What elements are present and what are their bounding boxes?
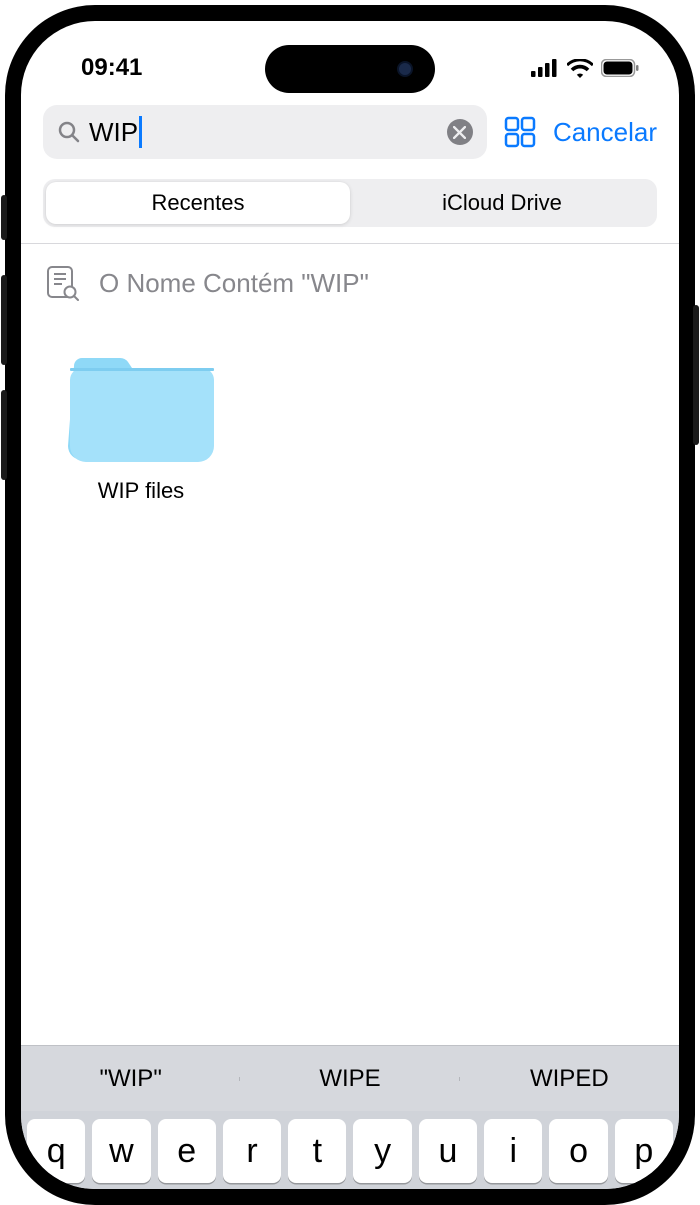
- cellular-icon: [531, 59, 559, 77]
- key-q[interactable]: q: [27, 1119, 85, 1183]
- segment-icloud-drive[interactable]: iCloud Drive: [350, 182, 654, 224]
- search-input[interactable]: WIP: [43, 105, 487, 159]
- status-time: 09:41: [81, 54, 142, 82]
- power-button[interactable]: [693, 305, 699, 445]
- suggestion-2[interactable]: WIPE: [240, 1065, 459, 1093]
- key-w[interactable]: w: [92, 1119, 150, 1183]
- cancel-button[interactable]: Cancelar: [553, 117, 657, 148]
- search-value: WIP: [89, 116, 439, 148]
- clear-search-button[interactable]: [447, 119, 473, 145]
- folder-label: WIP files: [41, 478, 241, 504]
- silent-switch[interactable]: [1, 195, 7, 240]
- key-u[interactable]: u: [419, 1119, 477, 1183]
- filter-suggestion-row[interactable]: O Nome Contém "WIP": [21, 244, 679, 308]
- segment-recents[interactable]: Recentes: [46, 182, 350, 224]
- key-r[interactable]: r: [223, 1119, 281, 1183]
- results-grid: WIP files: [21, 308, 679, 544]
- search-header: WIP Cancelar: [21, 91, 679, 169]
- key-i[interactable]: i: [484, 1119, 542, 1183]
- dynamic-island: [265, 45, 435, 93]
- key-p[interactable]: p: [615, 1119, 673, 1183]
- text-cursor: [139, 116, 142, 148]
- key-o[interactable]: o: [549, 1119, 607, 1183]
- keyboard-row: q w e r t y u i o p: [21, 1111, 679, 1189]
- filter-label: O Nome Contém "WIP": [99, 268, 369, 299]
- front-camera: [397, 61, 413, 77]
- key-t[interactable]: t: [288, 1119, 346, 1183]
- key-e[interactable]: e: [158, 1119, 216, 1183]
- suggestion-1[interactable]: "WIP": [21, 1065, 240, 1093]
- keyboard-suggestions: "WIP" WIPE WIPED: [21, 1045, 679, 1111]
- battery-icon: [601, 59, 639, 77]
- wifi-icon: [567, 59, 593, 78]
- folder-icon: [66, 348, 216, 466]
- scope-segmented-control: Recentes iCloud Drive: [43, 179, 657, 227]
- suggestion-3[interactable]: WIPED: [460, 1065, 679, 1093]
- phone-frame: 09:41 WIP Cancelar Recentes iCloud Drive: [5, 5, 695, 1205]
- search-icon: [57, 120, 81, 144]
- phone-screen: 09:41 WIP Cancelar Recentes iCloud Drive: [21, 21, 679, 1189]
- close-icon: [453, 126, 466, 139]
- volume-down-button[interactable]: [1, 390, 7, 480]
- document-search-icon: [47, 264, 79, 302]
- status-indicators: [531, 59, 639, 78]
- folder-item[interactable]: WIP files: [41, 348, 241, 504]
- view-grid-button[interactable]: [503, 115, 537, 149]
- volume-up-button[interactable]: [1, 275, 7, 365]
- key-y[interactable]: y: [353, 1119, 411, 1183]
